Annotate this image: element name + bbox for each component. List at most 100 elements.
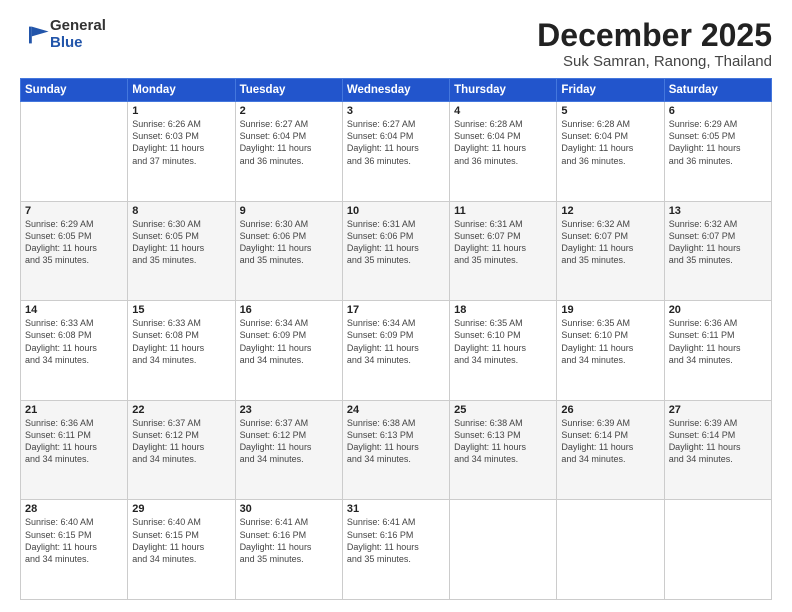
- cell-info: Sunrise: 6:35 AM Sunset: 6:10 PM Dayligh…: [454, 317, 552, 366]
- cell-info: Sunrise: 6:31 AM Sunset: 6:06 PM Dayligh…: [347, 218, 445, 267]
- day-number: 15: [132, 304, 230, 316]
- cell-info: Sunrise: 6:31 AM Sunset: 6:07 PM Dayligh…: [454, 218, 552, 267]
- day-number: 22: [132, 404, 230, 416]
- day-number: 9: [240, 205, 338, 217]
- day-number: 6: [669, 105, 767, 117]
- cell-info: Sunrise: 6:35 AM Sunset: 6:10 PM Dayligh…: [561, 317, 659, 366]
- logo-general: General: [50, 17, 106, 34]
- calendar-cell: 13Sunrise: 6:32 AM Sunset: 6:07 PM Dayli…: [664, 201, 771, 301]
- day-number: 17: [347, 304, 445, 316]
- cell-info: Sunrise: 6:27 AM Sunset: 6:04 PM Dayligh…: [240, 118, 338, 167]
- cell-info: Sunrise: 6:28 AM Sunset: 6:04 PM Dayligh…: [561, 118, 659, 167]
- header: GeneralBlue December 2025 Suk Samran, Ra…: [20, 18, 772, 70]
- logo-icon: [22, 21, 50, 49]
- week-row-5: 28Sunrise: 6:40 AM Sunset: 6:15 PM Dayli…: [21, 500, 772, 600]
- day-number: 25: [454, 404, 552, 416]
- day-number: 5: [561, 105, 659, 117]
- day-number: 19: [561, 304, 659, 316]
- calendar-cell: 4Sunrise: 6:28 AM Sunset: 6:04 PM Daylig…: [450, 102, 557, 202]
- col-header-monday: Monday: [128, 79, 235, 102]
- col-header-wednesday: Wednesday: [342, 79, 449, 102]
- cell-info: Sunrise: 6:33 AM Sunset: 6:08 PM Dayligh…: [132, 317, 230, 366]
- calendar-cell: 26Sunrise: 6:39 AM Sunset: 6:14 PM Dayli…: [557, 400, 664, 500]
- week-row-2: 7Sunrise: 6:29 AM Sunset: 6:05 PM Daylig…: [21, 201, 772, 301]
- title-block: December 2025 Suk Samran, Ranong, Thaila…: [537, 18, 772, 70]
- day-number: 10: [347, 205, 445, 217]
- calendar-cell: 27Sunrise: 6:39 AM Sunset: 6:14 PM Dayli…: [664, 400, 771, 500]
- day-number: 18: [454, 304, 552, 316]
- calendar-cell: 9Sunrise: 6:30 AM Sunset: 6:06 PM Daylig…: [235, 201, 342, 301]
- calendar-cell: 7Sunrise: 6:29 AM Sunset: 6:05 PM Daylig…: [21, 201, 128, 301]
- col-header-sunday: Sunday: [21, 79, 128, 102]
- calendar-cell: 29Sunrise: 6:40 AM Sunset: 6:15 PM Dayli…: [128, 500, 235, 600]
- day-number: 8: [132, 205, 230, 217]
- calendar-cell: 23Sunrise: 6:37 AM Sunset: 6:12 PM Dayli…: [235, 400, 342, 500]
- calendar-cell: 22Sunrise: 6:37 AM Sunset: 6:12 PM Dayli…: [128, 400, 235, 500]
- header-row: SundayMondayTuesdayWednesdayThursdayFrid…: [21, 79, 772, 102]
- week-row-3: 14Sunrise: 6:33 AM Sunset: 6:08 PM Dayli…: [21, 301, 772, 401]
- subtitle: Suk Samran, Ranong, Thailand: [537, 53, 772, 70]
- day-number: 29: [132, 503, 230, 515]
- day-number: 20: [669, 304, 767, 316]
- day-number: 3: [347, 105, 445, 117]
- calendar-cell: 2Sunrise: 6:27 AM Sunset: 6:04 PM Daylig…: [235, 102, 342, 202]
- cell-info: Sunrise: 6:39 AM Sunset: 6:14 PM Dayligh…: [669, 417, 767, 466]
- calendar-table: SundayMondayTuesdayWednesdayThursdayFrid…: [20, 78, 772, 600]
- cell-info: Sunrise: 6:41 AM Sunset: 6:16 PM Dayligh…: [347, 516, 445, 565]
- col-header-tuesday: Tuesday: [235, 79, 342, 102]
- calendar-cell: 18Sunrise: 6:35 AM Sunset: 6:10 PM Dayli…: [450, 301, 557, 401]
- calendar-cell: 1Sunrise: 6:26 AM Sunset: 6:03 PM Daylig…: [128, 102, 235, 202]
- cell-info: Sunrise: 6:32 AM Sunset: 6:07 PM Dayligh…: [561, 218, 659, 267]
- cell-info: Sunrise: 6:40 AM Sunset: 6:15 PM Dayligh…: [132, 516, 230, 565]
- cell-info: Sunrise: 6:27 AM Sunset: 6:04 PM Dayligh…: [347, 118, 445, 167]
- calendar-cell: [21, 102, 128, 202]
- logo: GeneralBlue: [20, 18, 106, 51]
- logo-blue: Blue: [50, 34, 83, 51]
- day-number: 2: [240, 105, 338, 117]
- calendar-cell: 21Sunrise: 6:36 AM Sunset: 6:11 PM Dayli…: [21, 400, 128, 500]
- calendar-cell: [450, 500, 557, 600]
- cell-info: Sunrise: 6:38 AM Sunset: 6:13 PM Dayligh…: [347, 417, 445, 466]
- cell-info: Sunrise: 6:37 AM Sunset: 6:12 PM Dayligh…: [132, 417, 230, 466]
- day-number: 12: [561, 205, 659, 217]
- day-number: 30: [240, 503, 338, 515]
- day-number: 21: [25, 404, 123, 416]
- day-number: 23: [240, 404, 338, 416]
- calendar-cell: 24Sunrise: 6:38 AM Sunset: 6:13 PM Dayli…: [342, 400, 449, 500]
- day-number: 24: [347, 404, 445, 416]
- cell-info: Sunrise: 6:40 AM Sunset: 6:15 PM Dayligh…: [25, 516, 123, 565]
- cell-info: Sunrise: 6:32 AM Sunset: 6:07 PM Dayligh…: [669, 218, 767, 267]
- calendar-cell: 25Sunrise: 6:38 AM Sunset: 6:13 PM Dayli…: [450, 400, 557, 500]
- calendar-cell: 30Sunrise: 6:41 AM Sunset: 6:16 PM Dayli…: [235, 500, 342, 600]
- cell-info: Sunrise: 6:36 AM Sunset: 6:11 PM Dayligh…: [25, 417, 123, 466]
- cell-info: Sunrise: 6:28 AM Sunset: 6:04 PM Dayligh…: [454, 118, 552, 167]
- calendar-cell: 10Sunrise: 6:31 AM Sunset: 6:06 PM Dayli…: [342, 201, 449, 301]
- cell-info: Sunrise: 6:38 AM Sunset: 6:13 PM Dayligh…: [454, 417, 552, 466]
- col-header-saturday: Saturday: [664, 79, 771, 102]
- day-number: 26: [561, 404, 659, 416]
- calendar-cell: 15Sunrise: 6:33 AM Sunset: 6:08 PM Dayli…: [128, 301, 235, 401]
- cell-info: Sunrise: 6:41 AM Sunset: 6:16 PM Dayligh…: [240, 516, 338, 565]
- calendar-cell: 20Sunrise: 6:36 AM Sunset: 6:11 PM Dayli…: [664, 301, 771, 401]
- day-number: 7: [25, 205, 123, 217]
- day-number: 31: [347, 503, 445, 515]
- calendar-cell: [557, 500, 664, 600]
- calendar-cell: 19Sunrise: 6:35 AM Sunset: 6:10 PM Dayli…: [557, 301, 664, 401]
- calendar-cell: 16Sunrise: 6:34 AM Sunset: 6:09 PM Dayli…: [235, 301, 342, 401]
- cell-info: Sunrise: 6:34 AM Sunset: 6:09 PM Dayligh…: [240, 317, 338, 366]
- day-number: 1: [132, 105, 230, 117]
- cell-info: Sunrise: 6:33 AM Sunset: 6:08 PM Dayligh…: [25, 317, 123, 366]
- calendar-cell: 6Sunrise: 6:29 AM Sunset: 6:05 PM Daylig…: [664, 102, 771, 202]
- cell-info: Sunrise: 6:36 AM Sunset: 6:11 PM Dayligh…: [669, 317, 767, 366]
- calendar-cell: 14Sunrise: 6:33 AM Sunset: 6:08 PM Dayli…: [21, 301, 128, 401]
- calendar-cell: 5Sunrise: 6:28 AM Sunset: 6:04 PM Daylig…: [557, 102, 664, 202]
- calendar-cell: 3Sunrise: 6:27 AM Sunset: 6:04 PM Daylig…: [342, 102, 449, 202]
- cell-info: Sunrise: 6:29 AM Sunset: 6:05 PM Dayligh…: [25, 218, 123, 267]
- col-header-thursday: Thursday: [450, 79, 557, 102]
- week-row-4: 21Sunrise: 6:36 AM Sunset: 6:11 PM Dayli…: [21, 400, 772, 500]
- cell-info: Sunrise: 6:37 AM Sunset: 6:12 PM Dayligh…: [240, 417, 338, 466]
- calendar-cell: [664, 500, 771, 600]
- calendar-cell: 11Sunrise: 6:31 AM Sunset: 6:07 PM Dayli…: [450, 201, 557, 301]
- day-number: 16: [240, 304, 338, 316]
- cell-info: Sunrise: 6:30 AM Sunset: 6:06 PM Dayligh…: [240, 218, 338, 267]
